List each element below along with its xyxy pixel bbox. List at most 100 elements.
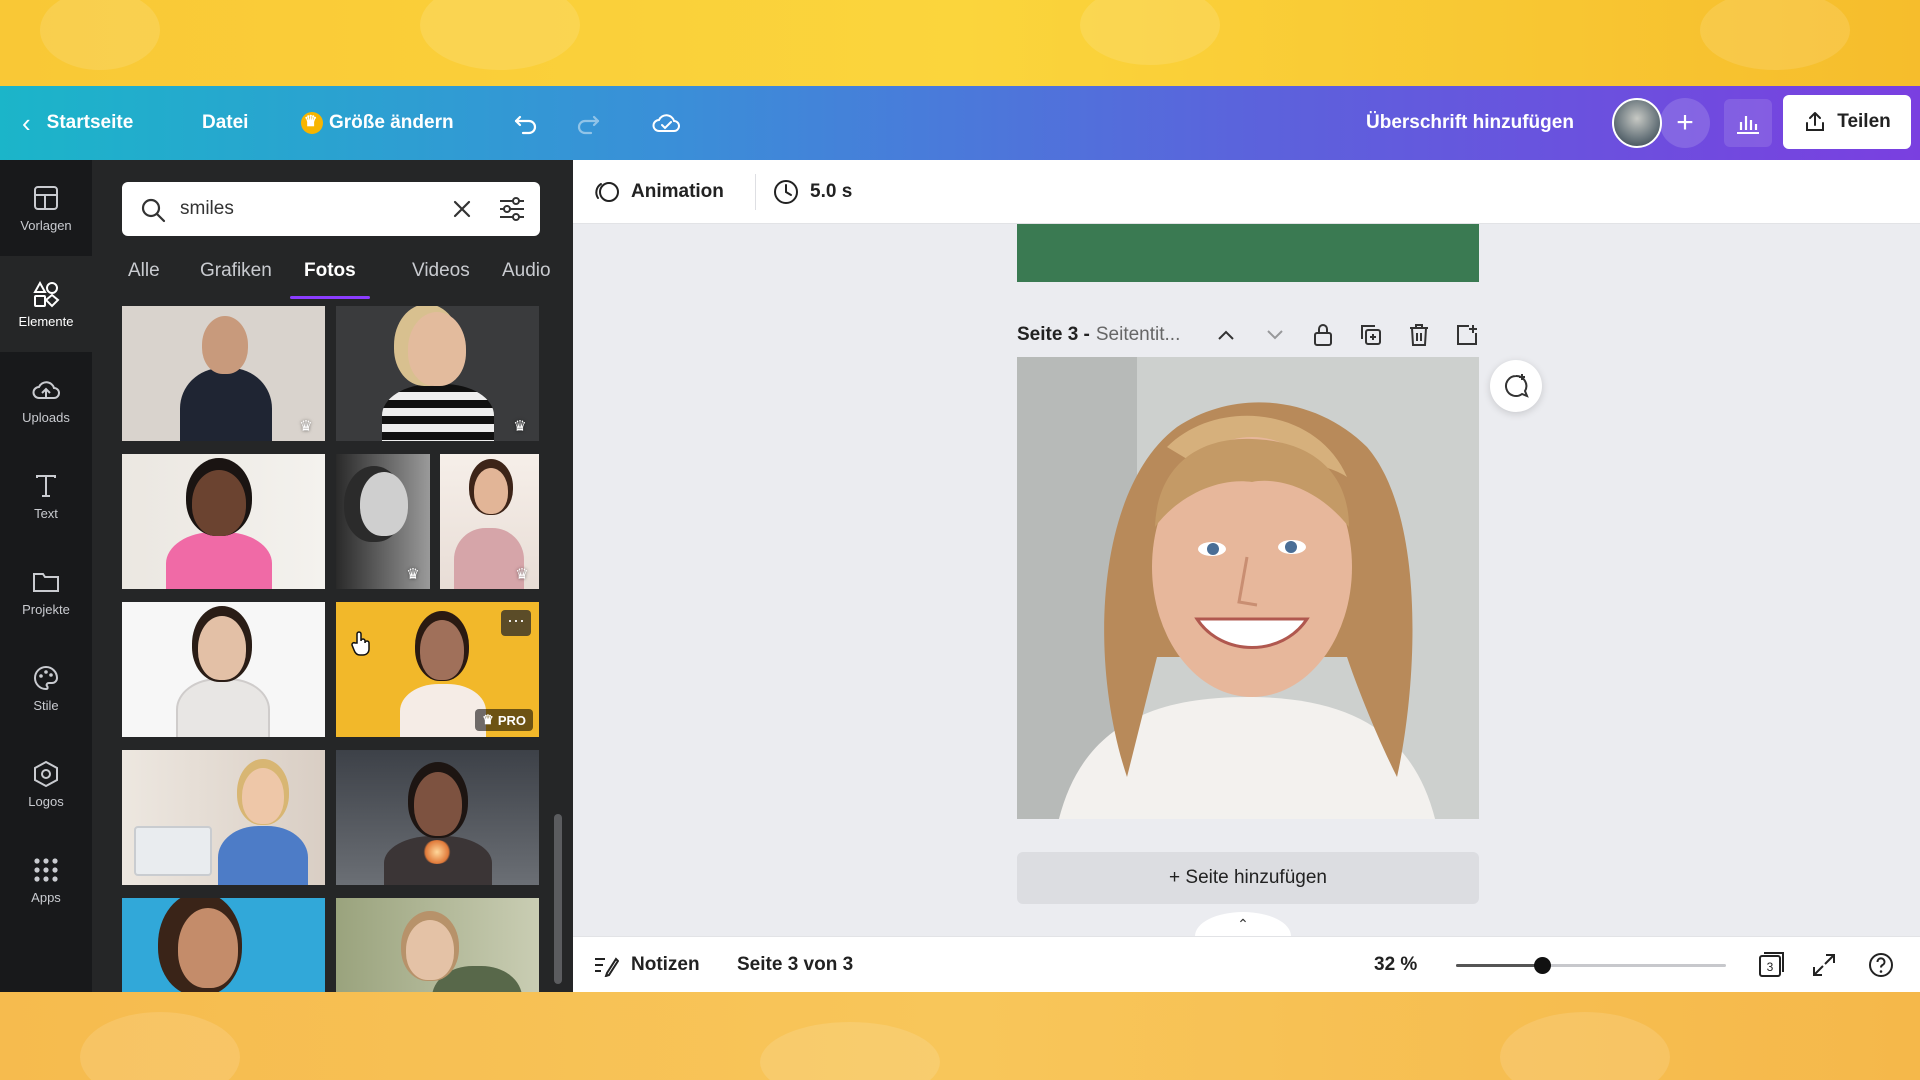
upload-icon [31, 375, 61, 405]
page-grid-button[interactable]: 3 [1756, 937, 1786, 992]
photo-thumbnail-hovered[interactable]: ··· ♛ PRO [336, 602, 539, 737]
duration-label: 5.0 s [810, 181, 853, 202]
add-title-label: Überschrift hinzufügen [1366, 112, 1574, 133]
text-icon [31, 471, 61, 501]
photo-thumbnail[interactable]: ♛ [336, 454, 430, 589]
zoom-slider[interactable] [1456, 957, 1726, 974]
page-title-input[interactable]: Seitentit... [1096, 324, 1181, 346]
cloud-save-button[interactable] [650, 86, 682, 160]
move-page-up-button[interactable] [1211, 320, 1241, 350]
duplicate-page-button[interactable] [1356, 320, 1386, 350]
photo-thumbnail[interactable] [122, 454, 325, 589]
pages-count: 3 [1767, 960, 1774, 974]
bottom-bar: Notizen Seite 3 von 3 32 % 3 [573, 936, 1920, 992]
file-menu[interactable]: Datei [202, 86, 248, 160]
background-shape [420, 0, 580, 70]
crown-icon: ♛ [515, 566, 529, 583]
page-number-label: Seite 3 - [1017, 324, 1090, 345]
notes-button[interactable]: Notizen [593, 937, 700, 992]
animation-icon [595, 182, 619, 202]
templates-icon [31, 183, 61, 213]
show-pages-button[interactable]: ⌃ [1195, 912, 1291, 936]
upload-share-icon [1806, 112, 1825, 131]
cloud-check-icon [652, 114, 680, 132]
photo-thumbnail[interactable]: ♛ [440, 454, 539, 589]
rail-item-templates[interactable]: Vorlagen [0, 160, 92, 256]
clear-search-icon[interactable] [452, 199, 472, 219]
panel-scrollbar[interactable] [554, 814, 562, 984]
photo-thumbnail[interactable] [122, 750, 325, 885]
add-page-button[interactable]: + Seite hinzufügen [1017, 852, 1479, 904]
duplicate-icon [1361, 325, 1381, 345]
pages-icon: 3 [1759, 952, 1784, 977]
tab-audio[interactable]: Audio [502, 260, 551, 282]
photo-thumbnail[interactable] [336, 750, 539, 885]
delete-page-button[interactable] [1404, 320, 1434, 350]
photo-thumbnail[interactable]: ♛ [122, 306, 325, 441]
elements-panel: smiles Alle Grafiken Fotos Videos Audio [92, 160, 573, 992]
tab-videos[interactable]: Videos [412, 260, 470, 282]
zoom-slider-handle[interactable] [1534, 957, 1551, 974]
undo-button[interactable] [512, 86, 540, 160]
fullscreen-button[interactable] [1811, 937, 1837, 992]
toolbar-divider [755, 174, 756, 210]
previous-page-preview[interactable] [1017, 224, 1479, 282]
folder-icon [31, 567, 61, 597]
rail-item-projects[interactable]: Projekte [0, 544, 92, 640]
add-comment-icon [1505, 374, 1529, 398]
search-box[interactable]: smiles [122, 182, 540, 236]
photo-thumbnail[interactable] [122, 602, 325, 737]
zoom-level[interactable]: 32 % [1374, 937, 1417, 992]
animation-label: Animation [631, 181, 724, 202]
editor-canvas-area: Animation 5.0 s Seite 3 - Seitentit... +… [573, 160, 1920, 992]
context-toolbar: Animation 5.0 s [573, 160, 1920, 224]
rail-item-apps[interactable]: Apps [0, 832, 92, 928]
add-page-icon [1457, 325, 1477, 345]
background-shape [80, 1012, 240, 1080]
rail-item-elements[interactable]: Elemente [0, 256, 92, 352]
rail-item-uploads[interactable]: Uploads [0, 352, 92, 448]
filter-icon[interactable] [498, 196, 526, 222]
photo-thumbnail[interactable]: ♛ [336, 306, 539, 441]
lock-page-button[interactable] [1308, 320, 1338, 350]
share-button[interactable]: Teilen [1783, 95, 1911, 149]
crown-icon: ♛ [482, 712, 494, 727]
home-button[interactable]: ‹ Startseite [22, 86, 133, 160]
photo-thumbnail[interactable] [122, 898, 325, 992]
animation-button[interactable]: Animation [593, 160, 724, 224]
tab-graphics[interactable]: Grafiken [200, 260, 272, 282]
duration-button[interactable]: 5.0 s [772, 160, 852, 224]
add-collaborator-button[interactable]: + [1660, 98, 1710, 148]
photo-grid: ♛ ♛ ♛ ♛ ··· ♛ PRO [122, 306, 542, 992]
more-options-button[interactable]: ··· [501, 610, 531, 636]
search-icon [141, 198, 166, 223]
page-counter: Seite 3 von 3 [737, 937, 853, 992]
add-page-after-button[interactable] [1452, 320, 1482, 350]
ellipsis-icon: ··· [507, 610, 525, 630]
insights-button[interactable] [1724, 99, 1772, 147]
rail-item-styles[interactable]: Stile [0, 640, 92, 736]
help-button[interactable] [1867, 937, 1895, 992]
photo-thumbnail[interactable] [336, 898, 539, 992]
resize-button[interactable]: Größe ändern [301, 86, 454, 160]
top-bar: ‹ Startseite Datei Größe ändern [0, 86, 1920, 160]
portrait-photo [1017, 357, 1479, 819]
move-page-down-button[interactable] [1260, 320, 1290, 350]
rail-label: Logos [28, 794, 64, 809]
logo-icon [31, 759, 61, 789]
add-title-button[interactable]: Überschrift hinzufügen [1366, 86, 1574, 160]
rail-item-text[interactable]: Text [0, 448, 92, 544]
comment-button[interactable] [1490, 360, 1542, 412]
zoom-label: 32 % [1374, 954, 1418, 975]
page-header: Seite 3 - Seitentit... [1017, 320, 1479, 350]
search-input[interactable]: smiles [180, 198, 234, 220]
background-bottom [0, 992, 1920, 1080]
clock-icon [774, 180, 798, 204]
tab-all[interactable]: Alle [128, 260, 160, 282]
redo-button[interactable] [574, 86, 602, 160]
page-canvas-photo[interactable] [1017, 357, 1479, 819]
tab-photos[interactable]: Fotos [304, 260, 356, 282]
avatar[interactable] [1612, 98, 1662, 148]
home-label: Startseite [46, 112, 134, 133]
rail-item-logos[interactable]: Logos [0, 736, 92, 832]
